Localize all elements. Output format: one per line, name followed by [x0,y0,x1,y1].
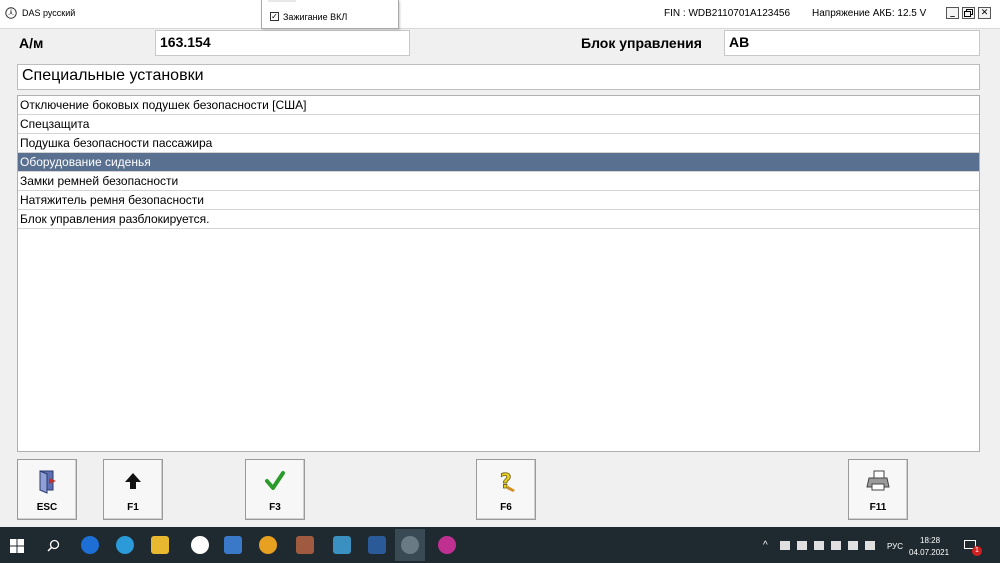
taskbar: ^ РУС 18:28 04.07.2021 1 [0,527,1000,563]
ecu-label: Блок управления [581,35,702,51]
tray-tool-icon[interactable] [780,541,790,550]
title-bar: DAS русский FIN : WDB2110701A123456 Напр… [0,0,1000,29]
list-item-selected[interactable]: Оборудование сиденья [18,153,979,172]
esc-button[interactable]: ESC [17,459,77,520]
ignition-popup: ✓ Зажигание ВКЛ [261,0,399,29]
taskbar-app-edge-icon[interactable] [110,529,140,561]
list-item[interactable]: Отключение боковых подушек безопасности … [18,96,979,115]
taskbar-app-tool-icon[interactable] [327,529,357,561]
popup-header-fragment [268,0,296,2]
tray-language[interactable]: РУС [887,542,903,551]
tray-volume-icon[interactable] [865,541,875,550]
f1-label: F1 [127,502,139,513]
checkmark-icon [265,471,285,490]
taskbar-app-drop-icon[interactable] [432,529,462,561]
tray-battery-icon[interactable] [831,541,841,550]
vehicle-label: А/м [19,35,44,51]
ignition-checkbox-label: Зажигание ВКЛ [283,12,348,22]
f3-button[interactable]: F3 [245,459,305,520]
exit-door-icon [39,470,56,494]
taskbar-app-notes-icon[interactable] [218,529,248,561]
taskbar-app-yandex-icon[interactable] [185,529,215,561]
taskbar-app-explorer-icon[interactable] [145,529,175,561]
printer-icon [866,470,890,491]
f6-label: F6 [500,502,512,513]
tray-time[interactable]: 18:28 [920,536,940,545]
restore-button[interactable] [962,7,975,19]
f1-button[interactable]: F1 [103,459,163,520]
arrow-up-icon [125,473,141,489]
tray-sync-icon[interactable] [814,541,824,550]
taskbar-app-x-icon[interactable] [362,529,392,561]
restore-icon [964,9,973,17]
list-item[interactable]: Подушка безопасности пассажира [18,134,979,153]
settings-list: Отключение боковых подушек безопасности … [17,95,980,452]
search-icon[interactable] [47,539,60,552]
f11-button[interactable]: F11 [848,459,908,520]
taskbar-app-das-icon[interactable] [395,529,425,561]
mercedes-star-icon [5,7,17,19]
list-item[interactable]: Замки ремней безопасности [18,172,979,191]
taskbar-app-chrome-icon[interactable] [253,529,283,561]
list-item[interactable]: Спецзащита [18,115,979,134]
close-button[interactable]: ✕ [978,7,991,19]
section-title: Специальные установки [17,64,980,90]
list-item[interactable]: Натяжитель ремня безопасности [18,191,979,210]
list-item[interactable]: Блок управления разблокируется. [18,210,979,229]
taskbar-app-photo-icon[interactable] [290,529,320,561]
tray-monitor-icon[interactable] [797,541,807,550]
notification-badge: 1 [972,546,982,556]
esc-label: ESC [36,502,58,513]
minimize-button[interactable]: _ [946,7,959,19]
taskbar-app-teamviewer-icon[interactable] [75,529,105,561]
f3-label: F3 [269,502,281,513]
tray-expand-icon[interactable]: ^ [763,540,768,551]
f11-label: F11 [869,502,887,513]
tray-date[interactable]: 04.07.2021 [909,548,949,557]
ignition-checkbox[interactable]: ✓ [270,12,279,21]
ecu-field: AB [724,30,980,56]
f6-button[interactable]: ? F6 [476,459,536,520]
window-title: DAS русский [22,8,76,18]
windows-start-icon[interactable] [10,539,24,553]
tray-wifi-icon[interactable] [848,541,858,550]
battery-voltage: Напряжение АКБ: 12.5 V [812,8,927,19]
help-question-icon: ? [500,469,515,493]
vehicle-field: 163.154 [155,30,410,56]
fin-label: FIN : WDB2110701A123456 [664,8,791,19]
